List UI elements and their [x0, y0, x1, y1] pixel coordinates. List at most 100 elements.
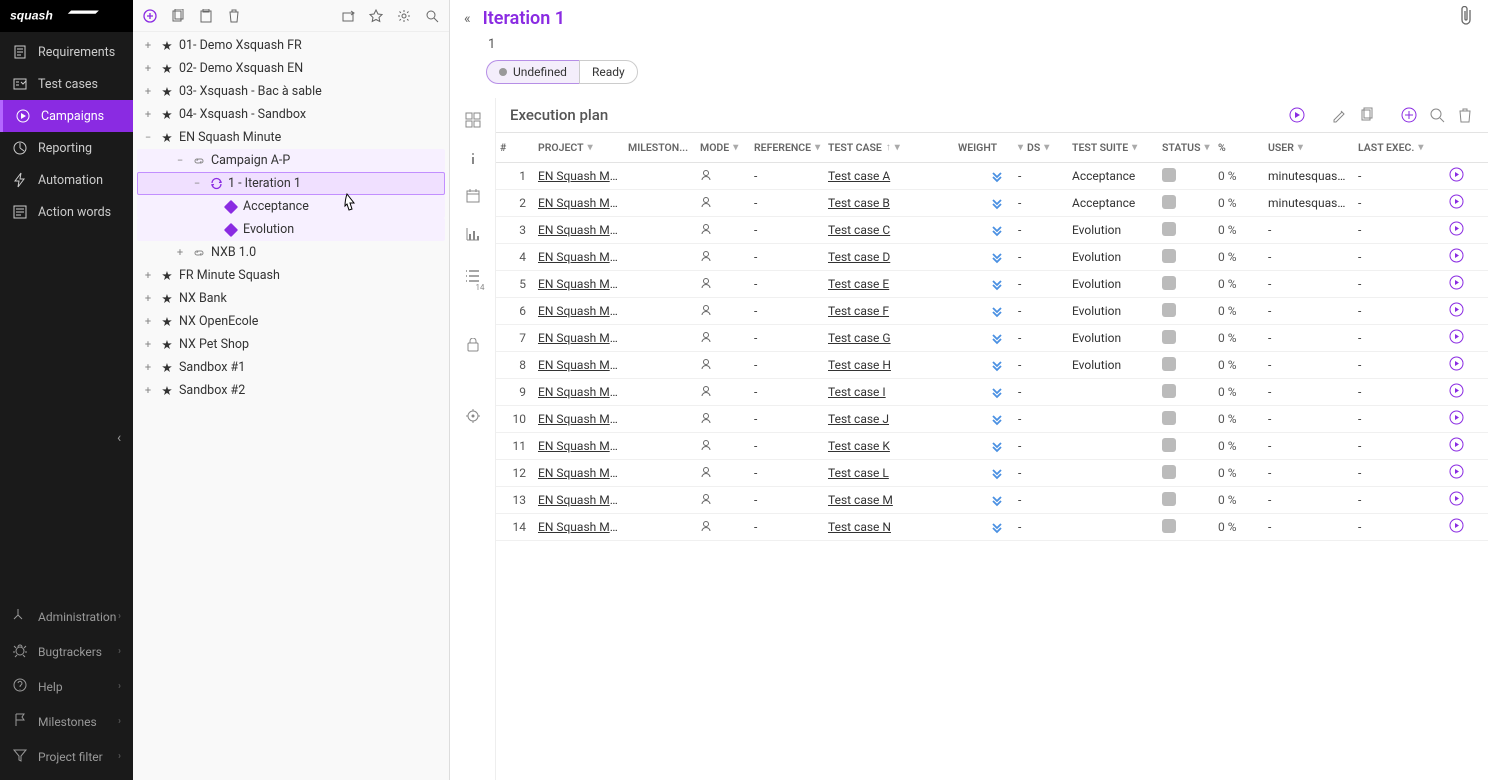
table-row[interactable]: 2EN Squash Mi...-Test case B-Acceptance0… — [496, 190, 1488, 217]
row-play-icon[interactable] — [1449, 248, 1464, 266]
col-num[interactable]: # — [496, 141, 534, 154]
export-icon[interactable] — [339, 7, 357, 25]
nav-campaigns[interactable]: Campaigns — [0, 100, 133, 132]
nav-testcases[interactable]: Test cases — [0, 68, 133, 100]
add-row-icon[interactable] — [1400, 106, 1418, 124]
cell-project[interactable]: EN Squash Mi... — [534, 223, 624, 237]
cell-testcase[interactable]: Test case E — [824, 277, 954, 291]
row-play-icon[interactable] — [1449, 410, 1464, 428]
row-play-icon[interactable] — [1449, 167, 1464, 185]
status-undefined[interactable]: Undefined — [486, 60, 579, 84]
expander-icon[interactable]: − — [190, 177, 204, 190]
row-play-icon[interactable] — [1449, 221, 1464, 239]
col-status[interactable]: STATUS▾ — [1158, 141, 1214, 154]
row-play-icon[interactable] — [1449, 329, 1464, 347]
table-row[interactable]: 9EN Squash Mi...-Test case I-0 %-- — [496, 379, 1488, 406]
cell-project[interactable]: EN Squash Mi... — [534, 331, 624, 345]
tree-node[interactable]: +★FR Minute Squash — [137, 264, 445, 287]
expander-icon[interactable]: + — [141, 39, 155, 52]
col-testsuite[interactable]: TEST SUITE▾ — [1068, 141, 1158, 154]
search-grid-icon[interactable] — [1428, 106, 1446, 124]
chart-tab-icon[interactable] — [463, 224, 483, 244]
col-testcase[interactable]: TEST CASE↑▾ — [824, 141, 954, 154]
duplicate-icon[interactable] — [1358, 106, 1376, 124]
filter-icon[interactable]: ▾ — [1044, 142, 1049, 153]
cell-testcase[interactable]: Test case J — [824, 412, 954, 426]
cell-testcase[interactable]: Test case N — [824, 520, 954, 534]
cell-project[interactable]: EN Squash Mi... — [534, 466, 624, 480]
cell-project[interactable]: EN Squash Mi... — [534, 358, 624, 372]
nav-projectfilter[interactable]: Project filter› — [0, 739, 133, 774]
table-row[interactable]: 1EN Squash Mi...-Test case A-Acceptance0… — [496, 163, 1488, 190]
filter-icon[interactable]: ▾ — [1204, 142, 1209, 153]
cell-project[interactable]: EN Squash Mi... — [534, 385, 624, 399]
cell-project[interactable]: EN Squash Mi... — [534, 277, 624, 291]
cell-testcase[interactable]: Test case A — [824, 169, 954, 183]
nav-milestones[interactable]: Milestones› — [0, 704, 133, 739]
cell-project[interactable]: EN Squash Mi... — [534, 493, 624, 507]
row-play-icon[interactable] — [1449, 464, 1464, 482]
cell-project[interactable]: EN Squash Mi... — [534, 250, 624, 264]
table-row[interactable]: 12EN Squash Mi...-Test case L-0 %-- — [496, 460, 1488, 487]
col-project[interactable]: PROJECT▾ — [534, 141, 624, 154]
row-play-icon[interactable] — [1449, 302, 1464, 320]
sort-icon[interactable]: ↑ — [886, 142, 891, 153]
col-mode[interactable]: MODE▾ — [696, 141, 750, 154]
filter-icon[interactable]: ▾ — [1298, 142, 1303, 153]
cell-project[interactable]: EN Squash Mi... — [534, 196, 624, 210]
settings-icon[interactable] — [395, 7, 413, 25]
tree-node[interactable]: +NXB 1.0 — [137, 241, 445, 264]
filter-icon[interactable]: ▾ — [1418, 142, 1423, 153]
automation-tab-icon[interactable] — [463, 406, 483, 426]
table-row[interactable]: 5EN Squash Mi...-Test case E-Evolution0 … — [496, 271, 1488, 298]
cell-testcase[interactable]: Test case C — [824, 223, 954, 237]
table-row[interactable]: 10EN Squash Mi...-Test case J-0 %-- — [496, 406, 1488, 433]
nav-administration[interactable]: Administration› — [0, 599, 133, 634]
col-lastexec[interactable]: LAST EXEC.▾ — [1354, 141, 1434, 154]
table-row[interactable]: 14EN Squash Mi...-Test case N-0 %-- — [496, 514, 1488, 541]
cell-testcase[interactable]: Test case K — [824, 439, 954, 453]
tree-node[interactable]: +★01- Demo Xsquash FR — [137, 34, 445, 57]
cell-testcase[interactable]: Test case I — [824, 385, 954, 399]
nav-actionwords[interactable]: Action words — [0, 196, 133, 228]
cell-testcase[interactable]: Test case G — [824, 331, 954, 345]
back-button[interactable]: « — [464, 11, 471, 27]
tree-node[interactable]: +★04- Xsquash - Sandbox — [137, 103, 445, 126]
row-play-icon[interactable] — [1449, 275, 1464, 293]
cell-testcase[interactable]: Test case F — [824, 304, 954, 318]
col-user[interactable]: USER▾ — [1264, 141, 1354, 154]
cell-testcase[interactable]: Test case L — [824, 466, 954, 480]
expander-icon[interactable]: + — [141, 85, 155, 98]
nav-automation[interactable]: Automation — [0, 164, 133, 196]
status-ready[interactable]: Ready — [579, 60, 638, 84]
col-weight[interactable]: WEIGHT — [954, 141, 1014, 154]
expander-icon[interactable]: + — [141, 108, 155, 121]
col-milestone[interactable]: MILESTON... — [624, 141, 696, 154]
tree-node[interactable]: +★Sandbox #2 — [137, 379, 445, 402]
row-play-icon[interactable] — [1449, 383, 1464, 401]
cell-project[interactable]: EN Squash Mi... — [534, 169, 624, 183]
search-icon[interactable] — [423, 7, 441, 25]
expander-icon[interactable]: + — [141, 62, 155, 75]
filter-icon[interactable]: ▾ — [1018, 142, 1023, 153]
tree-node[interactable]: +Evolution — [137, 218, 445, 241]
col-reference[interactable]: REFERENCE▾ — [750, 141, 824, 154]
copy-icon[interactable] — [169, 7, 187, 25]
add-icon[interactable] — [141, 7, 159, 25]
row-play-icon[interactable] — [1449, 437, 1464, 455]
tree-node[interactable]: +★NX Pet Shop — [137, 333, 445, 356]
delete-icon[interactable] — [225, 7, 243, 25]
cell-testcase[interactable]: Test case H — [824, 358, 954, 372]
col-ds[interactable]: ▾DS▾ — [1014, 141, 1068, 154]
row-play-icon[interactable] — [1449, 356, 1464, 374]
expander-icon[interactable]: + — [141, 384, 155, 397]
tree-node[interactable]: +★03- Xsquash - Bac à sable — [137, 80, 445, 103]
expander-icon[interactable]: + — [141, 269, 155, 282]
issues-tab-icon[interactable] — [463, 336, 483, 356]
expander-icon[interactable]: − — [141, 131, 155, 144]
tree-node[interactable]: +Acceptance — [137, 195, 445, 218]
tree-body[interactable]: +★01- Demo Xsquash FR+★02- Demo Xsquash … — [133, 32, 449, 780]
filter-icon[interactable]: ▾ — [1132, 142, 1137, 153]
cell-project[interactable]: EN Squash Mi... — [534, 304, 624, 318]
table-row[interactable]: 11EN Squash Mi...-Test case K-0 %-- — [496, 433, 1488, 460]
